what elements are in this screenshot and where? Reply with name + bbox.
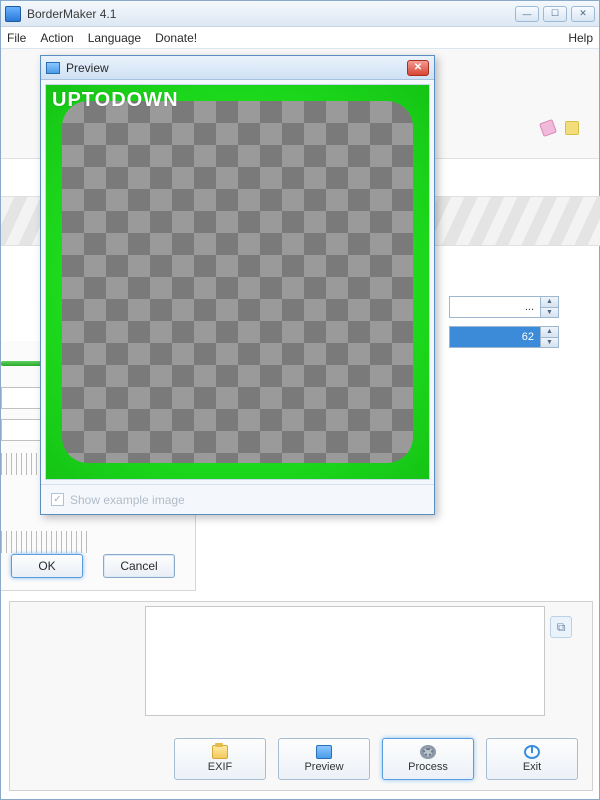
menubar: File Action Language Donate! Help [1,27,599,49]
output-box [145,606,545,716]
eraser-icon[interactable] [539,119,557,137]
menu-action[interactable]: Action [40,31,73,45]
numeric-input-1[interactable]: ... ▲▼ [449,296,559,318]
titlebar: BorderMaker 4.1 — ☐ ✕ [1,1,599,27]
cancel-button[interactable]: Cancel [103,554,175,578]
lower-panel: ⧉ EXIF Preview Process Exit [9,601,593,791]
power-icon [524,745,540,759]
preview-dialog: Preview ✕ UPTODOWN ✓ Show example image [40,55,435,515]
transparency-checkerboard [62,101,413,463]
window-controls: — ☐ ✕ [515,6,595,22]
folder-icon [212,745,228,759]
menu-file[interactable]: File [7,31,26,45]
numeric-input-2[interactable]: 62 ▲▼ [449,326,559,348]
maximize-button[interactable]: ☐ [543,6,567,22]
spinner-1[interactable]: ▲▼ [540,297,558,317]
gear-icon [420,745,436,759]
preview-title-icon [46,62,60,74]
preview-close-button[interactable]: ✕ [407,60,429,76]
right-numeric-inputs: ... ▲▼ 62 ▲▼ [449,296,559,348]
preview-label: Preview [304,761,343,773]
preview-canvas: UPTODOWN [45,84,430,480]
menu-help[interactable]: Help [568,31,593,45]
exit-label: Exit [523,761,541,773]
preview-watermark: UPTODOWN [52,89,179,112]
menu-donate[interactable]: Donate! [155,31,197,45]
close-button[interactable]: ✕ [571,6,595,22]
preview-title-text: Preview [66,61,109,75]
process-button[interactable]: Process [382,738,474,780]
app-icon [5,6,21,22]
show-example-label: Show example image [70,493,185,507]
preview-body: UPTODOWN [41,80,434,484]
process-label: Process [408,761,448,773]
minimize-button[interactable]: — [515,6,539,22]
exif-button[interactable]: EXIF [174,738,266,780]
exif-label: EXIF [208,761,232,773]
preview-titlebar: Preview ✕ [41,56,434,80]
menu-language[interactable]: Language [88,31,141,45]
numeric-value-2: 62 [522,331,534,343]
note-icon[interactable] [565,121,579,135]
ok-button[interactable]: OK [11,554,83,578]
numeric-value-1: ... [525,301,534,313]
tick-slider-2[interactable] [1,531,91,553]
show-example-checkbox[interactable]: ✓ [51,493,64,506]
app-title: BorderMaker 4.1 [27,7,116,21]
spinner-2[interactable]: ▲▼ [540,327,558,347]
screen-icon [316,745,332,759]
bottom-button-bar: EXIF Preview Process Exit [10,738,592,780]
copy-icon[interactable]: ⧉ [550,616,572,638]
subdialog-buttons: OK Cancel [11,554,175,578]
toolbar-icons [541,121,579,135]
preview-footer: ✓ Show example image [41,484,434,514]
preview-button[interactable]: Preview [278,738,370,780]
exit-button[interactable]: Exit [486,738,578,780]
